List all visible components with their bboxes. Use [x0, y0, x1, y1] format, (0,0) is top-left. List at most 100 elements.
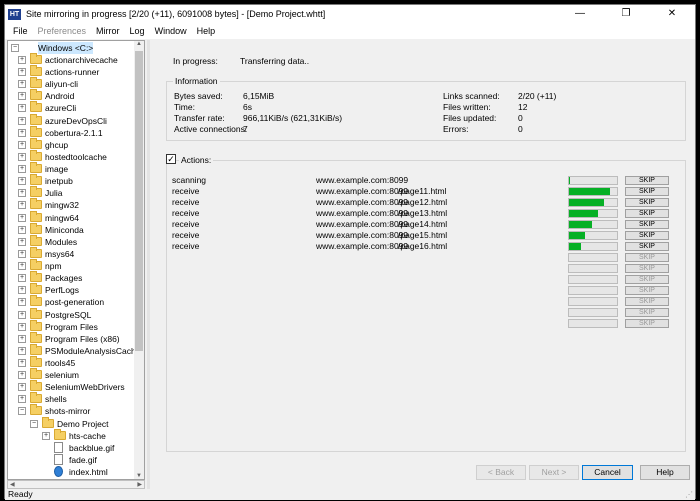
tree-item-label[interactable]: actionarchivecache — [45, 54, 118, 66]
skip-button[interactable]: SKIP — [625, 198, 669, 207]
menu-mirror[interactable]: Mirror — [91, 26, 125, 36]
tree-item-label[interactable]: hts-cache — [69, 430, 106, 442]
tree-item-label[interactable]: npm — [45, 260, 62, 272]
tree-item-label[interactable]: azureCli — [45, 102, 76, 114]
tree-item-label[interactable]: Modules — [45, 236, 77, 248]
menu-log[interactable]: Log — [125, 26, 150, 36]
tree-item-label[interactable]: Packages — [45, 272, 82, 284]
tree-item-label[interactable]: inetpub — [45, 175, 73, 187]
expand-icon[interactable]: + — [18, 128, 26, 137]
title-bar[interactable]: HT Site mirroring in progress [2/20 (+11… — [5, 5, 695, 23]
skip-button[interactable]: SKIP — [625, 220, 669, 229]
expand-icon[interactable]: + — [18, 395, 26, 404]
skip-button[interactable]: SKIP — [625, 231, 669, 240]
scroll-right-icon[interactable]: ▶ — [137, 481, 142, 488]
tree-item-label[interactable]: index.html — [69, 466, 108, 478]
tree-item-label[interactable]: PSModuleAnalysisCach — [45, 345, 136, 357]
tree-item-label[interactable]: ghcup — [45, 139, 68, 151]
tree-item-label[interactable]: Android — [45, 90, 74, 102]
collapse-icon[interactable]: − — [11, 44, 19, 52]
expand-icon[interactable]: + — [18, 152, 26, 161]
expand-icon[interactable]: + — [18, 92, 26, 101]
expand-icon[interactable]: + — [18, 383, 26, 392]
skip-button[interactable]: SKIP — [625, 297, 669, 306]
menu-window[interactable]: Window — [150, 26, 192, 36]
skip-button[interactable]: SKIP — [625, 176, 669, 185]
menu-file[interactable]: File — [8, 26, 33, 36]
expand-icon[interactable]: + — [18, 262, 26, 271]
skip-button[interactable]: SKIP — [625, 253, 669, 262]
tree-horizontal-scrollbar[interactable]: ◀ ▶ — [7, 480, 145, 489]
expand-icon[interactable]: + — [18, 310, 26, 319]
skip-button[interactable]: SKIP — [625, 187, 669, 196]
expand-icon[interactable]: + — [18, 201, 26, 210]
tree-item-label[interactable]: aliyun-cli — [45, 78, 78, 90]
expand-icon[interactable]: + — [18, 322, 26, 331]
skip-button[interactable]: SKIP — [625, 264, 669, 273]
tree-item-label[interactable]: shells — [45, 393, 67, 405]
tree-item-label[interactable]: cobertura-2.1.1 — [45, 127, 103, 139]
cancel-button[interactable]: Cancel — [582, 465, 633, 480]
tree-item-label[interactable]: mingw64 — [45, 212, 79, 224]
tree-item-label[interactable]: PerfLogs — [45, 284, 79, 296]
tree-item-label[interactable]: msys64 — [45, 248, 74, 260]
scroll-up-icon[interactable]: ▲ — [136, 41, 142, 47]
expand-icon[interactable]: + — [18, 104, 26, 113]
tree-item-label[interactable]: shots-mirror — [45, 405, 90, 417]
tree-item-label[interactable]: Miniconda — [45, 224, 84, 236]
tree-item-label[interactable]: selenium — [45, 369, 79, 381]
tree-item-label[interactable]: Program Files — [45, 321, 98, 333]
restore-button[interactable]: ❐ — [603, 5, 649, 23]
skip-button[interactable]: SKIP — [625, 242, 669, 251]
actions-checkbox[interactable]: ✓ — [166, 154, 176, 164]
expand-icon[interactable]: + — [18, 189, 26, 198]
tree-item-label[interactable]: image — [45, 163, 68, 175]
expand-icon[interactable]: + — [18, 165, 26, 174]
menu-preferences[interactable]: Preferences — [33, 26, 92, 36]
tree-item-label[interactable]: fade.gif — [69, 454, 97, 466]
expand-icon[interactable]: + — [18, 116, 26, 125]
expand-icon[interactable]: + — [18, 80, 26, 89]
tree-item-label[interactable]: PostgreSQL — [45, 309, 91, 321]
back-button[interactable]: < Back — [476, 465, 526, 480]
expand-icon[interactable]: + — [18, 371, 26, 380]
folder-tree[interactable]: − Windows <C:> + actionarchivecache + actio… — [7, 40, 145, 480]
skip-button[interactable]: SKIP — [625, 209, 669, 218]
tree-vertical-scrollbar[interactable]: ▲ ▼ — [134, 41, 144, 479]
tree-item-label[interactable]: Julia — [45, 187, 62, 199]
expand-icon[interactable]: + — [18, 346, 26, 355]
help-button[interactable]: Help — [640, 465, 690, 480]
expand-icon[interactable]: + — [18, 298, 26, 307]
minimize-button[interactable]: — — [557, 5, 603, 23]
skip-button[interactable]: SKIP — [625, 286, 669, 295]
expand-icon[interactable]: + — [18, 274, 26, 283]
scroll-left-icon[interactable]: ◀ — [10, 481, 15, 488]
tree-item-label[interactable]: azureDevOpsCli — [45, 115, 107, 127]
skip-button[interactable]: SKIP — [625, 319, 669, 328]
expand-icon[interactable]: + — [18, 249, 26, 258]
expand-icon[interactable]: + — [18, 359, 26, 367]
expand-icon[interactable]: + — [18, 286, 26, 295]
tree-item-label[interactable]: mingw32 — [45, 199, 79, 211]
expand-icon[interactable]: + — [18, 213, 26, 222]
expand-icon[interactable]: + — [18, 237, 26, 246]
skip-button[interactable]: SKIP — [625, 308, 669, 317]
tree-item-label[interactable]: post-generation — [45, 296, 104, 308]
panel-splitter[interactable] — [147, 40, 150, 490]
menu-help[interactable]: Help — [192, 26, 221, 36]
expand-icon[interactable]: + — [18, 140, 26, 149]
tree-item-label[interactable]: rtools45 — [45, 357, 75, 369]
expand-icon[interactable]: + — [18, 225, 26, 234]
tree-scroll-thumb[interactable] — [135, 51, 143, 351]
scroll-down-icon[interactable]: ▼ — [136, 473, 142, 479]
tree-item-label[interactable]: Demo Project — [57, 418, 109, 430]
expand-icon[interactable]: + — [42, 431, 50, 440]
close-button[interactable]: ✕ — [649, 5, 695, 23]
tree-item-label[interactable]: backblue.gif — [69, 442, 114, 454]
collapse-icon[interactable]: − — [18, 407, 26, 416]
tree-item-label[interactable]: hostedtoolcache — [45, 151, 107, 163]
expand-icon[interactable]: + — [18, 68, 26, 77]
expand-icon[interactable]: + — [18, 334, 26, 343]
tree-root-label[interactable]: Windows <C:> — [38, 42, 94, 54]
collapse-icon[interactable]: − — [30, 419, 38, 428]
